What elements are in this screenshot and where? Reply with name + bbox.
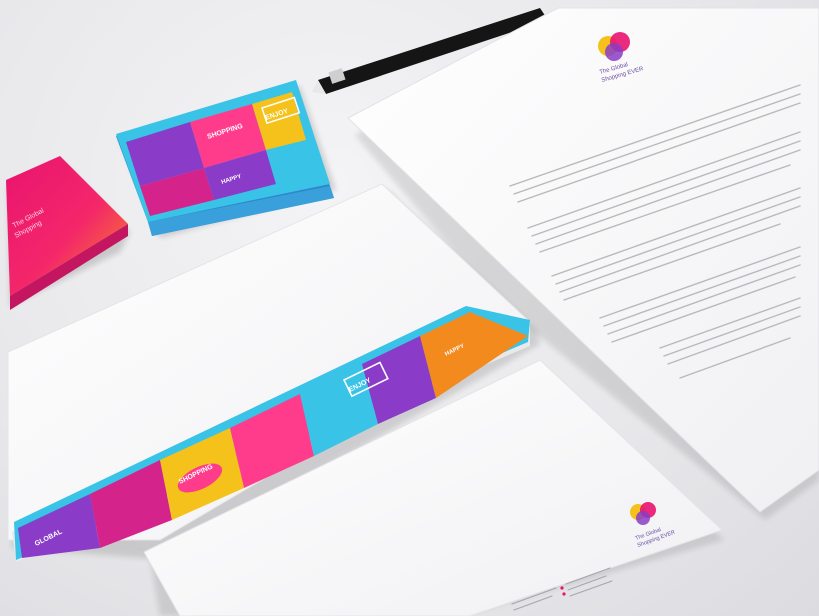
card-stack: SHOPPING ENJOY HAPPY <box>116 80 336 238</box>
mockup-illustration: The Global Shopping EVER The Global Shop… <box>6 7 819 616</box>
business-card-gradient: The Global Shopping <box>6 156 130 310</box>
stationery-mockup-scene: The Global Shopping EVER The Global Shop… <box>0 0 819 616</box>
contact-mail-icon <box>562 592 566 596</box>
contact-phone-icon <box>560 586 564 590</box>
